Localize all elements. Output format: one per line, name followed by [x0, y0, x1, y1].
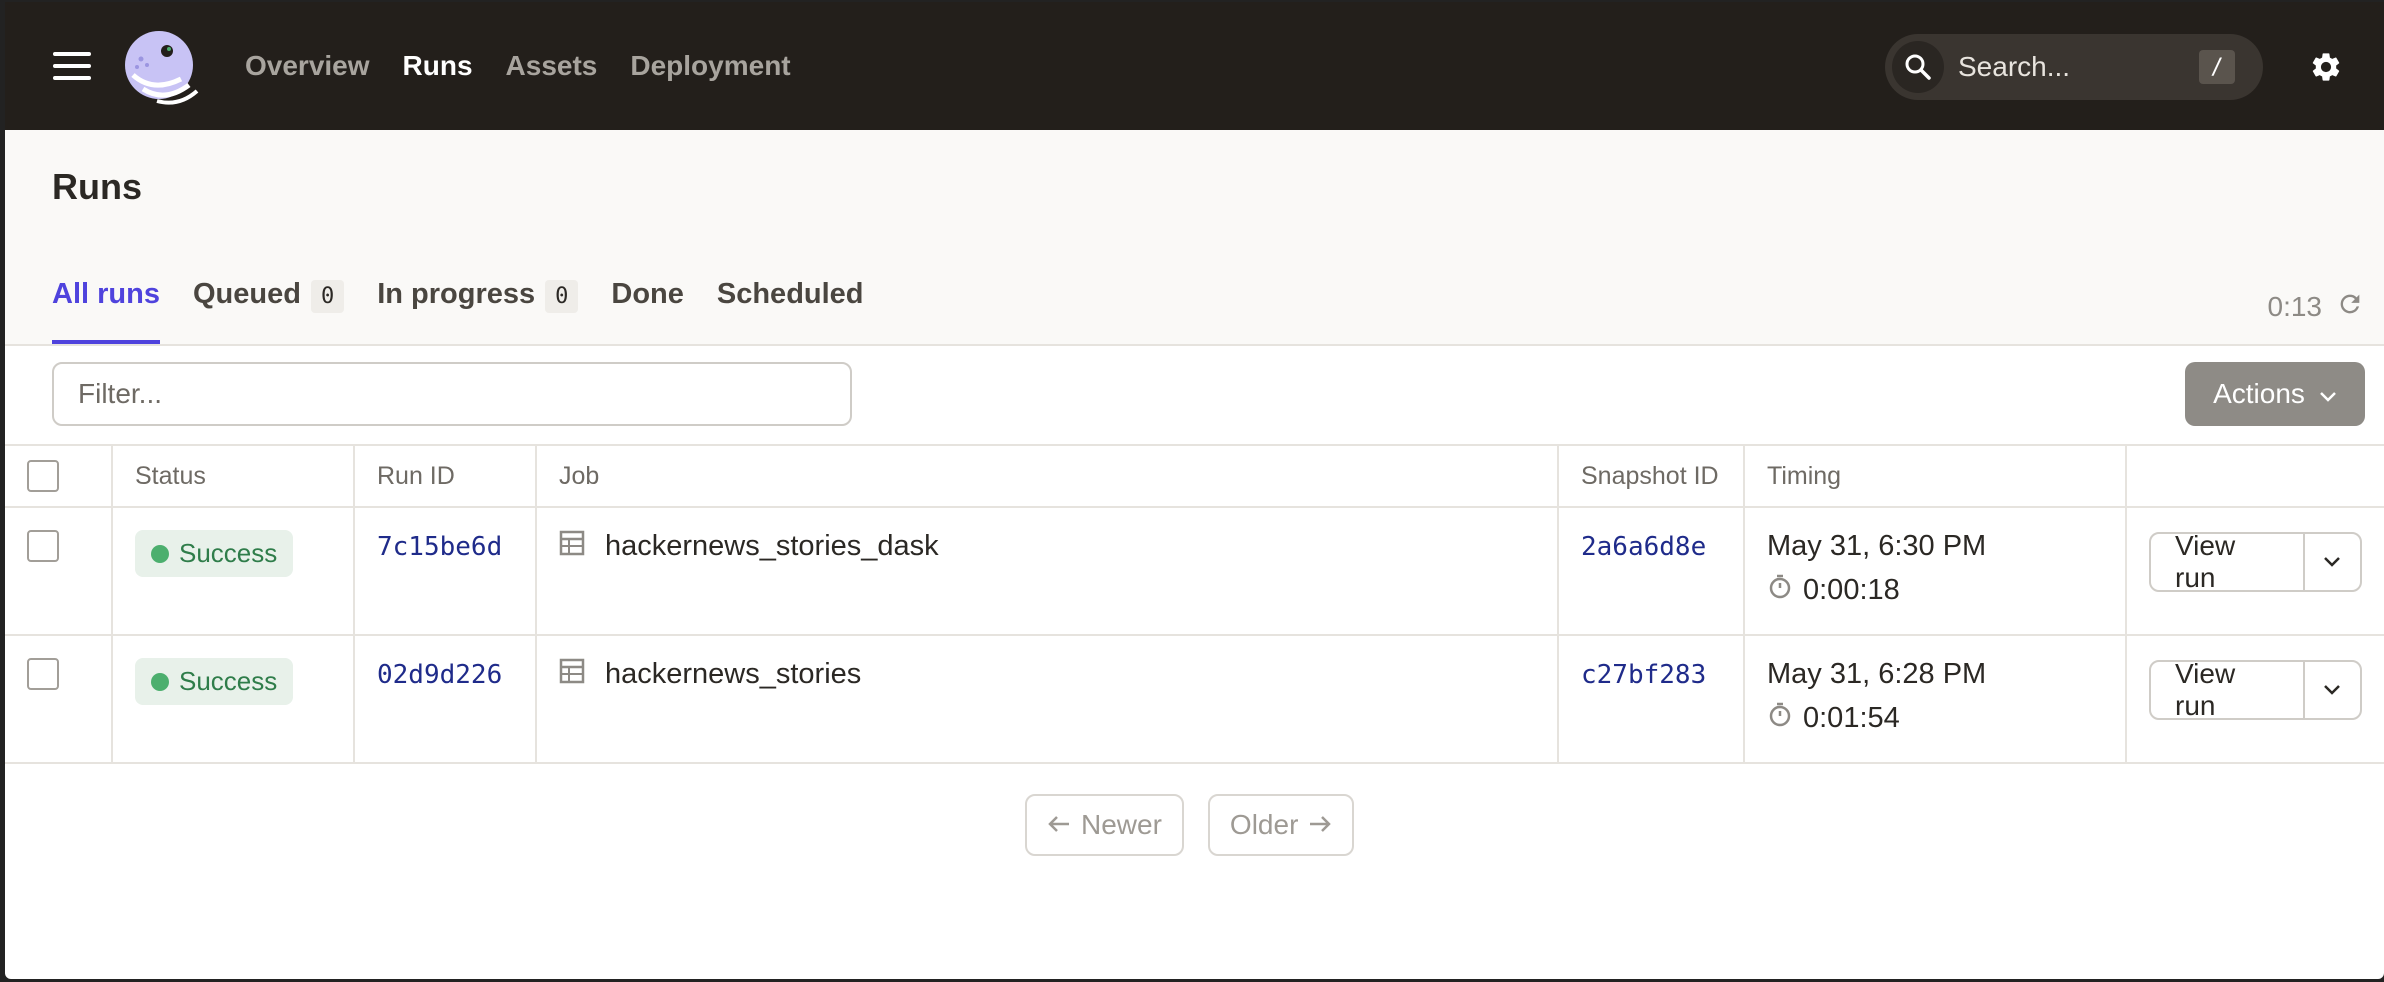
app-window: Overview Runs Assets Deployment Search..… — [5, 2, 2384, 979]
row-checkbox[interactable] — [27, 530, 59, 562]
older-label: Older — [1229, 809, 1299, 840]
nav-overview[interactable]: Overview — [245, 50, 370, 82]
tab-done[interactable]: Done — [611, 278, 684, 344]
arrow-left-icon — [1047, 809, 1071, 841]
search-shortcut-key: / — [2199, 50, 2235, 84]
header-run-id: Run ID — [354, 444, 537, 507]
filter-input[interactable] — [52, 362, 852, 426]
job-link[interactable]: hackernews_stories_dask — [605, 530, 939, 563]
count-badge: 0 — [545, 280, 579, 313]
snapshot-id-cell: c27bf283 — [1558, 634, 1745, 764]
status-cell: Success — [112, 634, 355, 764]
nav-assets[interactable]: Assets — [506, 50, 598, 82]
runs-tabs: All runs Queued 0 In progress 0 Done Sch… — [52, 278, 864, 344]
status-cell: Success — [112, 506, 355, 635]
run-duration: 0:00:18 — [1803, 573, 1900, 606]
snapshot-id-link[interactable]: c27bf283 — [1581, 660, 1706, 690]
row-checkbox[interactable] — [27, 658, 59, 690]
gear-icon[interactable] — [2309, 50, 2343, 84]
stopwatch-icon — [1767, 701, 1793, 735]
stopwatch-icon — [1767, 573, 1793, 607]
newer-button[interactable]: Newer — [1025, 794, 1184, 856]
view-run-button[interactable]: View run — [2151, 662, 2305, 718]
timing-cell: May 31, 6:30 PM 0:00:18 — [1744, 506, 2127, 635]
table-row: Success 7c15be6d hackernews_stories_dask… — [5, 506, 2384, 635]
arrow-right-icon — [1308, 809, 1332, 841]
tab-label: Scheduled — [716, 278, 864, 310]
table-icon — [559, 658, 585, 691]
snapshot-id-link[interactable]: 2a6a6d8e — [1581, 532, 1706, 562]
top-navigation-bar: Overview Runs Assets Deployment Search..… — [5, 2, 2384, 130]
tab-queued[interactable]: Queued 0 — [192, 278, 345, 344]
run-duration: 0:01:54 — [1803, 701, 1900, 734]
chevron-down-icon[interactable] — [2305, 534, 2360, 590]
view-run-group: View run — [2149, 532, 2362, 592]
refresh-icon[interactable] — [2336, 290, 2364, 323]
row-select-cell — [5, 634, 113, 764]
tab-label: Queued — [192, 278, 301, 310]
view-run-button[interactable]: View run — [2151, 534, 2305, 590]
tab-all-runs[interactable]: All runs — [52, 278, 160, 344]
timing-cell: May 31, 6:28 PM 0:01:54 — [1744, 634, 2127, 764]
search-icon — [1892, 41, 1944, 93]
actions-label: Actions — [2213, 378, 2305, 409]
runs-table: Status Run ID Job Snapshot ID Timing Suc… — [5, 444, 2384, 764]
success-dot-icon — [151, 672, 169, 691]
table-icon — [559, 530, 585, 563]
snapshot-id-cell: 2a6a6d8e — [1558, 506, 1745, 635]
actions-button[interactable]: Actions — [2185, 362, 2365, 426]
status-badge: Success — [135, 530, 294, 577]
job-link[interactable]: hackernews_stories — [605, 658, 861, 691]
chevron-down-icon — [2319, 378, 2337, 410]
run-date: May 31, 6:28 PM — [1767, 658, 1987, 690]
run-id-link[interactable]: 02d9d226 — [377, 660, 502, 690]
success-dot-icon — [151, 544, 169, 563]
tab-label: All runs — [52, 278, 160, 310]
status-badge: Success — [135, 658, 294, 705]
nav-deployment[interactable]: Deployment — [630, 50, 790, 82]
page-header: Runs All runs Queued 0 In progress 0 Don… — [5, 130, 2384, 346]
row-actions-cell: View run — [2126, 506, 2384, 635]
tab-label: Done — [611, 278, 684, 310]
search-bar[interactable]: Search... / — [1885, 34, 2263, 100]
nav-runs[interactable]: Runs — [403, 50, 473, 82]
pagination: Newer Older — [1025, 794, 1355, 856]
select-all-cell — [5, 444, 113, 507]
run-id-link[interactable]: 7c15be6d — [377, 532, 502, 562]
hamburger-icon[interactable] — [53, 52, 91, 80]
tab-scheduled[interactable]: Scheduled — [717, 278, 864, 344]
main-nav: Overview Runs Assets Deployment — [245, 2, 791, 130]
header-status: Status — [112, 444, 355, 507]
table-row: Success 02d9d226 hackernews_stories c27b… — [5, 634, 2384, 764]
newer-label: Newer — [1081, 809, 1162, 840]
status-label: Success — [179, 538, 278, 568]
tab-label: In progress — [377, 278, 536, 310]
run-id-cell: 02d9d226 — [354, 634, 537, 764]
view-run-group: View run — [2149, 660, 2362, 720]
job-cell: hackernews_stories_dask — [536, 506, 1559, 635]
search-label: Search... — [1958, 51, 2071, 82]
chevron-down-icon[interactable] — [2305, 662, 2360, 718]
page-title: Runs — [52, 166, 142, 207]
run-id-cell: 7c15be6d — [354, 506, 537, 635]
row-select-cell — [5, 506, 113, 635]
header-actions — [2126, 444, 2384, 507]
tab-in-progress[interactable]: In progress 0 — [377, 278, 579, 344]
older-button[interactable]: Older — [1207, 794, 1355, 856]
run-date: May 31, 6:30 PM — [1767, 530, 1987, 562]
header-timing: Timing — [1744, 444, 2127, 507]
header-snapshot-id: Snapshot ID — [1558, 444, 1745, 507]
header-job: Job — [536, 444, 1559, 507]
select-all-checkbox[interactable] — [27, 460, 59, 492]
dagster-logo[interactable] — [123, 29, 201, 107]
row-actions-cell: View run — [2126, 634, 2384, 764]
job-cell: hackernews_stories — [536, 634, 1559, 764]
count-badge: 0 — [310, 280, 345, 313]
table-header-row: Status Run ID Job Snapshot ID Timing — [5, 444, 2384, 507]
refresh-control: 0:13 — [2268, 290, 2365, 323]
refresh-timer: 0:13 — [2267, 290, 2323, 322]
status-label: Success — [179, 666, 278, 696]
